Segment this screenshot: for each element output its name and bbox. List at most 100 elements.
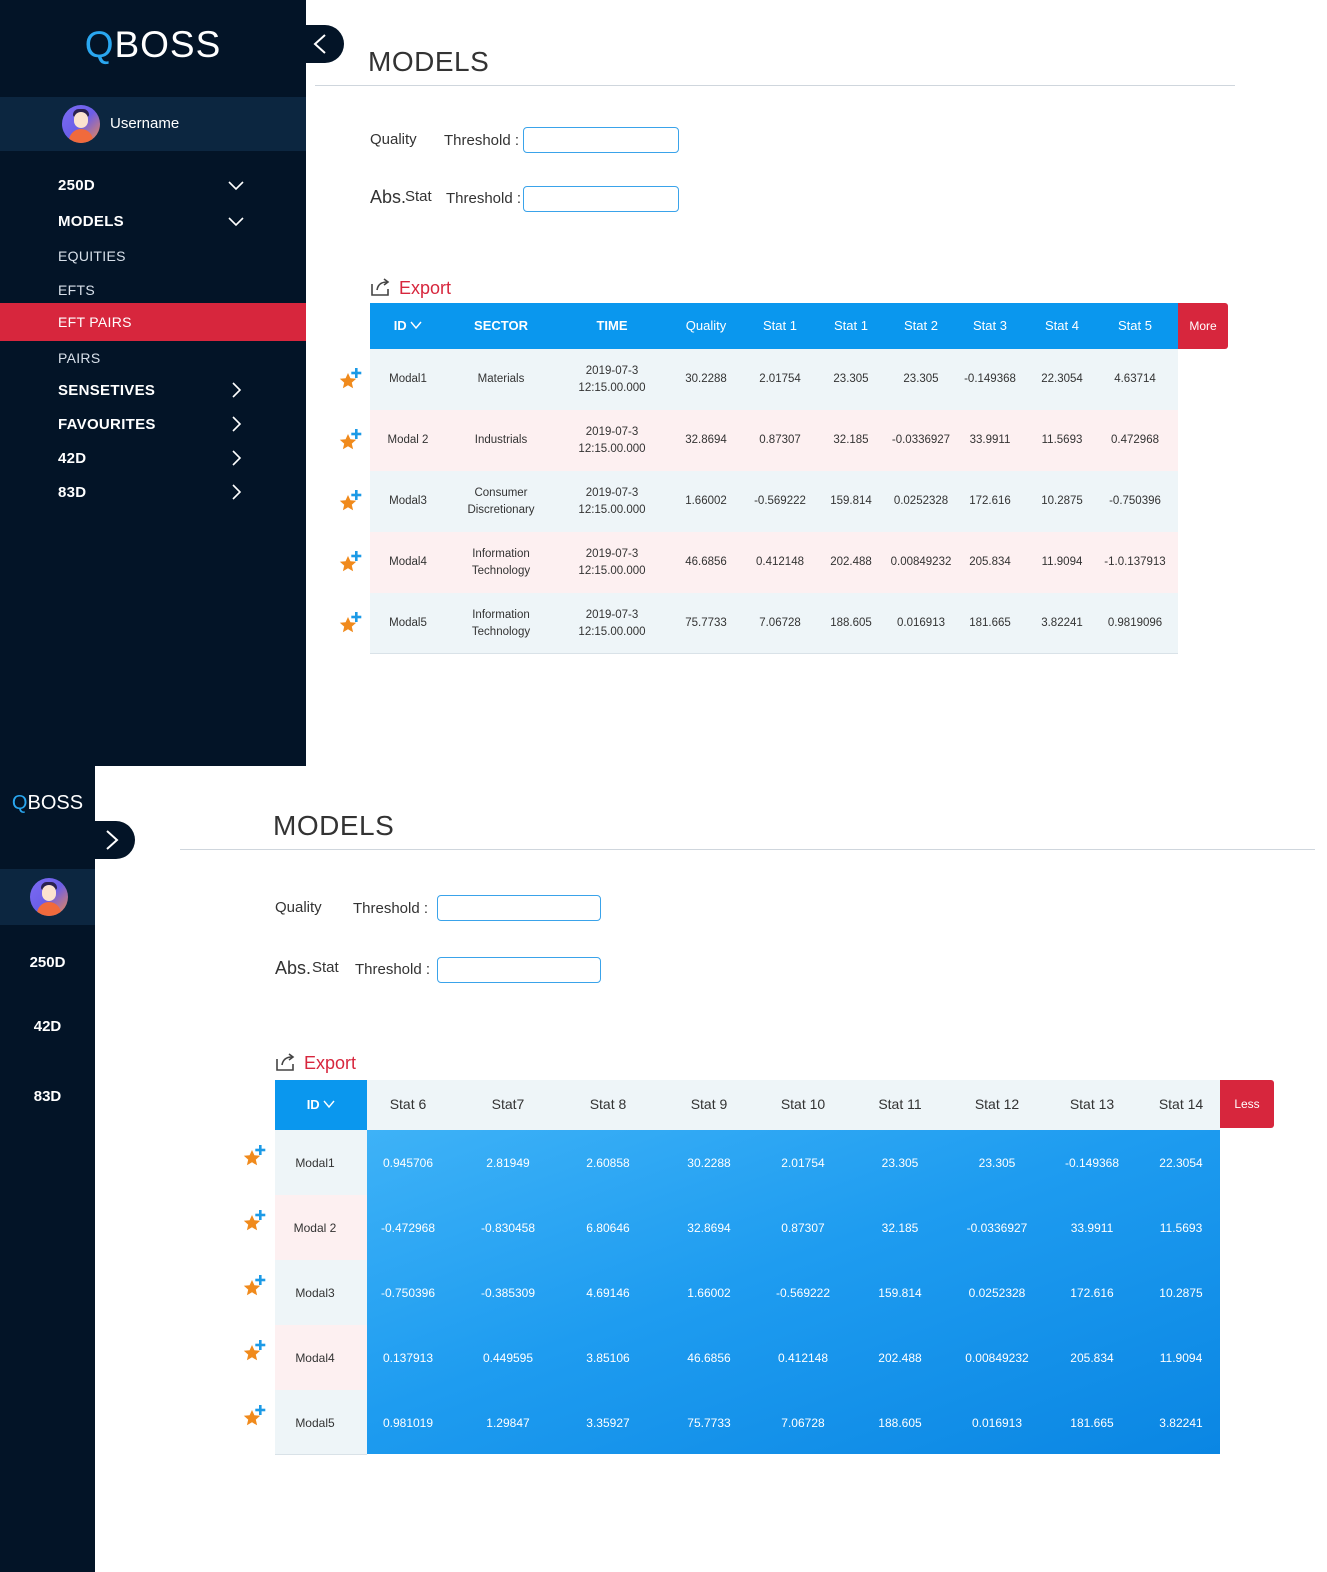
nav-item-eft-pairs[interactable]: EFT PAIRS (0, 303, 306, 341)
cell-value: 0.9819096 (1090, 615, 1180, 632)
add-favourite-button[interactable] (337, 367, 363, 393)
add-favourite-button[interactable] (241, 1274, 267, 1300)
nav-item-sensetives[interactable]: SENSETIVES (0, 373, 306, 407)
star-plus-icon (243, 1275, 266, 1296)
cell-sector: Information Technology (456, 607, 546, 641)
nav-item-250d[interactable]: 250D (0, 168, 306, 202)
cell-value: 32.185 (881, 1221, 919, 1235)
cell-line: Information (472, 547, 530, 560)
chevron-right-icon (232, 416, 242, 432)
cell-value: 75.7733 (687, 1416, 731, 1430)
star-plus-icon (339, 612, 362, 633)
cell-value: 0.016913 (971, 1416, 1023, 1430)
column-header: SECTOR (456, 318, 546, 333)
column-header-label: Stat 1 (834, 318, 868, 333)
cell-line: Information (472, 608, 530, 621)
add-favourite-button[interactable] (337, 489, 363, 515)
nav-item-equities[interactable]: EQUITIES (0, 238, 306, 272)
cell-line: Modal1 (389, 373, 427, 385)
cell-line: 2019-07-3 (585, 547, 639, 560)
nav-item-42d[interactable]: 42D (0, 441, 306, 475)
cell-value: 2.60858 (586, 1156, 630, 1170)
export-icon (371, 278, 390, 296)
column-header: TIME (567, 318, 657, 333)
column-header: Stat 8 (589, 1096, 627, 1112)
quality-threshold-label: Threshold : (353, 900, 429, 917)
cell-value: 4.69146 (586, 1286, 630, 1300)
avatar (62, 105, 100, 143)
nav-item-efts[interactable]: EFTS (0, 272, 306, 306)
quality-threshold-input[interactable] (523, 127, 679, 153)
cell-time: 2019-07-3 12:15.00.000 (567, 424, 657, 458)
add-favourite-button[interactable] (337, 611, 363, 637)
cell-value: 2.01754 (781, 1156, 825, 1170)
add-favourite-button[interactable] (241, 1339, 267, 1365)
more-button[interactable]: More (1178, 303, 1228, 349)
nav-item-83d[interactable]: 83D (0, 1088, 95, 1105)
cell-id: Modal3 (363, 493, 453, 510)
cell-line: 2019-07-3 (585, 608, 639, 621)
cell-time: 2019-07-3 12:15.00.000 (567, 363, 657, 397)
cell-line: Industrials (474, 434, 528, 446)
quality-threshold-input[interactable] (437, 895, 601, 921)
user-profile[interactable]: Username (0, 97, 306, 151)
cell-line: Modal4 (389, 556, 427, 568)
chevron-right-icon-wrap (226, 381, 246, 399)
user-profile[interactable] (0, 869, 95, 925)
export-button[interactable]: Export (370, 276, 470, 300)
column-header-label: Stat 3 (973, 318, 1007, 333)
cell-value: -0.750396 (1090, 493, 1180, 510)
sidebar-collapsed: QBOSS 250D 42D 83D (0, 766, 95, 1572)
cell-line: Modal 2 (387, 434, 429, 446)
nav-item-250d[interactable]: 250D (0, 954, 95, 971)
nav-item-label: FAVOURITES (58, 416, 156, 433)
cell-value: 10.2875 (1159, 1286, 1203, 1300)
abs-label: Abs. (275, 958, 312, 978)
sort-id-header[interactable]: ID (275, 1080, 367, 1130)
nav-item-label: 42D (58, 450, 87, 467)
nav-item-label: 83D (58, 484, 87, 501)
nav-item-label: 250D (58, 177, 96, 194)
cell-line: 12:15.00.000 (578, 625, 646, 638)
add-favourite-button[interactable] (241, 1144, 267, 1170)
sort-id-header[interactable]: ID (363, 318, 453, 333)
add-favourite-button[interactable] (241, 1209, 267, 1235)
export-button[interactable]: Export (275, 1051, 375, 1075)
cell-value: 6.80646 (586, 1221, 630, 1235)
add-favourite-button[interactable] (337, 428, 363, 454)
nav-item-42d[interactable]: 42D (0, 1018, 95, 1035)
cell-line: Technology (471, 625, 531, 638)
star-plus-icon (243, 1210, 266, 1231)
abs-stat-threshold-input[interactable] (523, 186, 679, 212)
chevron-right-icon (232, 382, 242, 398)
quality-label: Quality (370, 131, 417, 148)
nav-item-pairs[interactable]: PAIRS (0, 340, 306, 374)
export-icon (276, 1053, 295, 1071)
nav-item-label: EQUITIES (58, 248, 126, 264)
column-header: Stat 6 (389, 1096, 427, 1112)
nav-item-83d[interactable]: 83D (0, 475, 306, 509)
cell-value: 3.35927 (586, 1416, 630, 1430)
cell-line: Modal3 (389, 495, 427, 507)
cell-value: 159.814 (878, 1286, 922, 1300)
cell-value: 11.9094 (1159, 1351, 1203, 1365)
nav-item-favourites[interactable]: FAVOURITES (0, 407, 306, 441)
stat-label: Stat (405, 188, 432, 205)
abs-stat-threshold-input[interactable] (437, 957, 601, 983)
sidebar: QBOSS Username 250D MODELS EQUITIES EFTS EFT… (0, 0, 306, 766)
cell-value: 0.472968 (1090, 432, 1180, 449)
collapse-sidebar-button[interactable] (300, 25, 344, 63)
expand-sidebar-button[interactable] (91, 821, 135, 859)
column-header-label: Stat 2 (904, 318, 938, 333)
less-button[interactable]: Less (1220, 1080, 1274, 1128)
cell-id: Modal 2 (293, 1221, 337, 1235)
cell-line: Modal5 (389, 617, 427, 629)
cell-time: 2019-07-3 12:15.00.000 (567, 485, 657, 519)
add-favourite-button[interactable] (241, 1404, 267, 1430)
add-favourite-button[interactable] (337, 550, 363, 576)
nav-item-models[interactable]: MODELS (0, 204, 306, 238)
cell-value: 0.945706 (382, 1156, 434, 1170)
cell-line: 12:15.00.000 (578, 503, 646, 516)
cell-value: 33.9911 (1070, 1221, 1114, 1235)
abs-label: Abs. (370, 187, 407, 207)
